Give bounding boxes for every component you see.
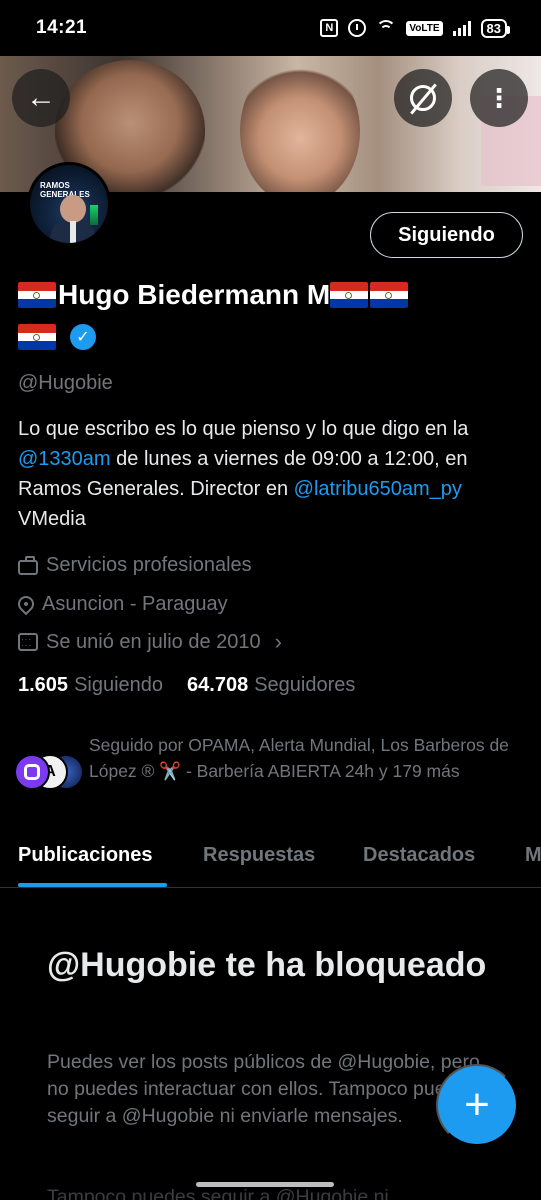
alarm-icon — [348, 19, 367, 37]
signal-icon — [452, 20, 471, 36]
compose-button[interactable]: + — [436, 1064, 518, 1146]
profile-avatar[interactable]: RAMOS GENERALES — [27, 162, 111, 246]
grok-button[interactable] — [394, 69, 452, 127]
briefcase-icon — [18, 555, 38, 575]
follow-stats: 1.605 Siguiendo 64.708 Seguidores — [18, 674, 355, 697]
paraguay-flag-icon — [370, 282, 409, 308]
tab-more[interactable]: M — [525, 844, 541, 867]
verified-badge-icon[interactable]: ✓ — [70, 324, 96, 350]
active-tab-indicator — [18, 883, 167, 887]
status-time: 14:21 — [36, 17, 88, 38]
tab-destacados[interactable]: Destacados — [363, 844, 475, 867]
back-button[interactable]: ← — [12, 69, 70, 127]
display-name-continued: ✓ — [18, 320, 96, 354]
followed-by[interactable]: A Seguido por OPAMA, Alerta Mundial, Los… — [14, 732, 529, 812]
tab-respuestas[interactable]: Respuestas — [203, 844, 315, 867]
avatar-graphic — [90, 205, 98, 225]
paraguay-flag-icon — [330, 282, 369, 308]
profile-tabs: Publicaciones Respuestas Destacados M — [0, 830, 541, 888]
blocked-message: Puedes ver los posts públicos de @Hugobi… — [47, 1051, 480, 1127]
battery-icon: 83 — [480, 18, 511, 38]
status-bar: 14:21 N VoLTE 83 — [0, 0, 541, 56]
following-count-link[interactable]: 1.605 Siguiendo — [18, 674, 163, 697]
nfc-icon: N — [320, 19, 339, 37]
location: Asuncion - Paraguay — [14, 589, 228, 619]
chevron-right-icon: › — [274, 629, 282, 654]
tab-publicaciones[interactable]: Publicaciones — [18, 844, 153, 867]
plus-icon: + — [464, 1080, 490, 1129]
followed-by-text: Seguido por OPAMA, Alerta Mundial, Los B… — [89, 735, 509, 781]
calendar-icon — [18, 633, 38, 651]
paraguay-flag-icon — [18, 282, 56, 308]
more-vertical-icon: ⋮ — [486, 82, 512, 113]
following-button[interactable]: Siguiendo — [370, 212, 523, 258]
followed-by-avatars: A — [14, 754, 84, 790]
avatar — [14, 754, 50, 790]
mention-link[interactable]: @latribu650am_py — [294, 478, 462, 500]
mention-link[interactable]: @1330am — [18, 448, 111, 470]
location-pin-icon — [14, 592, 38, 616]
status-icons: N VoLTE 83 — [320, 18, 511, 38]
wifi-icon — [376, 20, 397, 36]
display-name-text: Hugo Biedermann M — [58, 279, 331, 310]
home-indicator[interactable] — [196, 1182, 334, 1187]
avatar-graphic — [60, 195, 86, 223]
join-date[interactable]: Se unió en julio de 2010 › — [18, 627, 282, 657]
followers-count-link[interactable]: 64.708 Seguidores — [187, 674, 355, 697]
paraguay-flag-icon — [18, 324, 56, 350]
blocked-message-overflow: Tampoco puedes seguir a @Hugobie ni — [47, 1186, 389, 1200]
avatar-graphic — [70, 221, 76, 243]
arrow-left-icon: ← — [26, 81, 56, 114]
professional-category: Servicios profesionales — [18, 550, 252, 580]
blocked-title: @Hugobie te ha bloqueado — [47, 946, 487, 984]
more-options-button[interactable]: ⋮ — [470, 69, 528, 127]
volte-badge: VoLTE — [406, 20, 443, 36]
display-name: Hugo Biedermann M — [18, 276, 523, 314]
banner-photo-child-right — [240, 56, 360, 192]
user-handle: @Hugobie — [18, 372, 113, 394]
grok-icon — [410, 85, 436, 111]
bio: Lo que escribo es lo que pienso y lo que… — [18, 418, 469, 530]
